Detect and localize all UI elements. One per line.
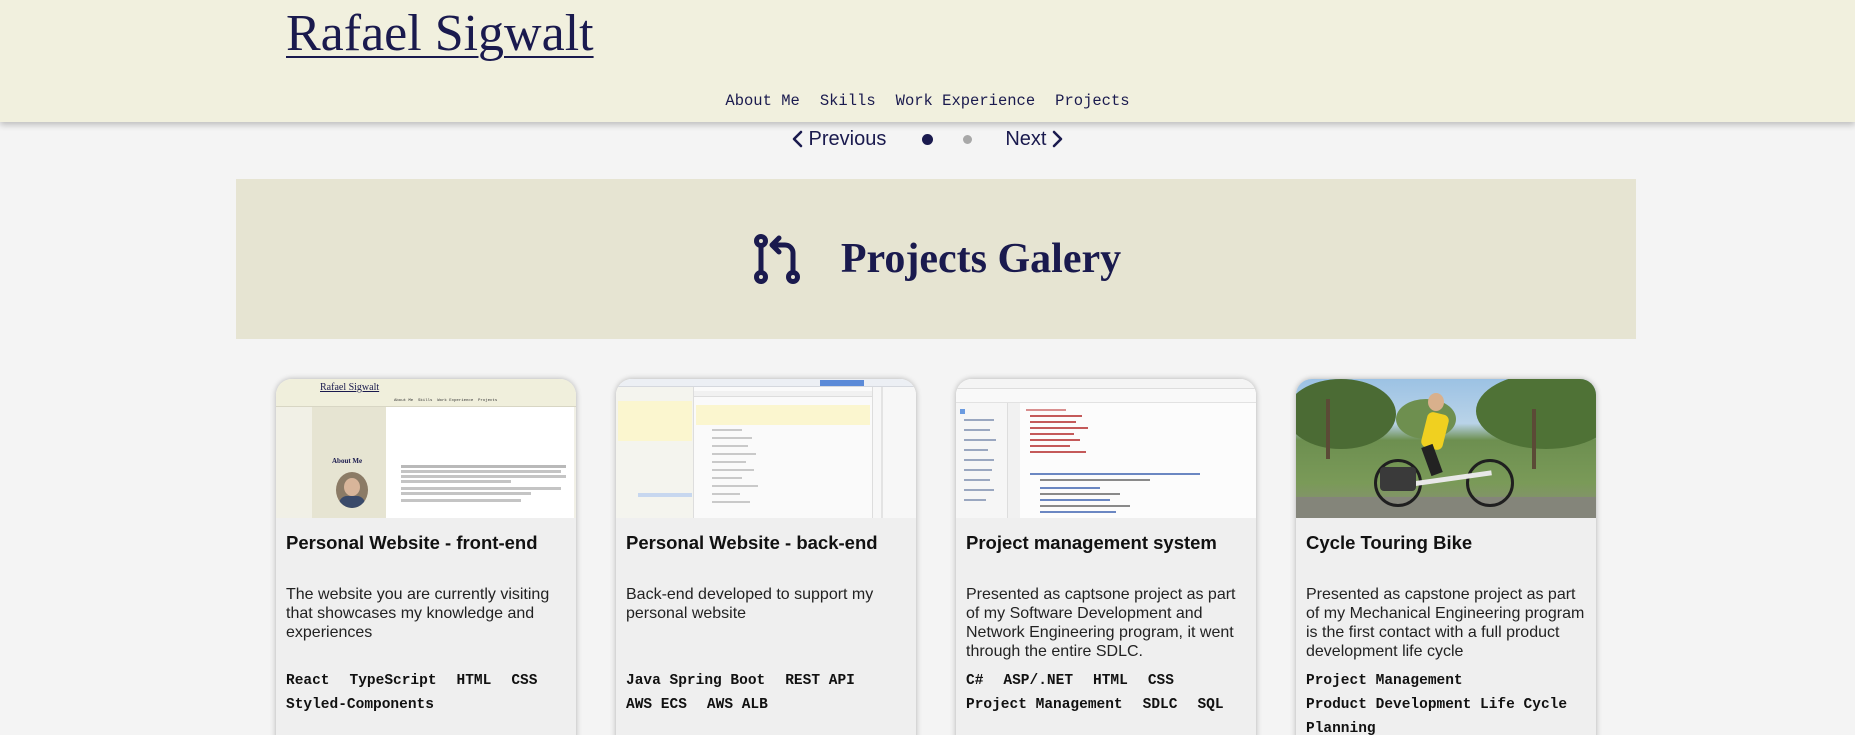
tag: Java Spring Boot bbox=[626, 673, 766, 689]
projects-banner: Projects Galery bbox=[236, 179, 1636, 339]
carousel-dot-2[interactable] bbox=[963, 134, 973, 144]
card-tags: C# ASP/.NET HTML CSS Project Management … bbox=[966, 669, 1256, 717]
project-thumbnail bbox=[616, 379, 916, 518]
card-tags: Project Management Product Development L… bbox=[1306, 669, 1596, 735]
carousel-controls: Previous Next bbox=[0, 126, 1855, 152]
tag: REST API bbox=[785, 673, 855, 689]
project-card-cycle-touring-bike[interactable]: Cycle Touring Bike Presented as capstone… bbox=[1296, 379, 1596, 735]
card-description: Presented as captsone project as part of… bbox=[966, 586, 1236, 660]
tag: React bbox=[286, 673, 330, 689]
card-description: Back-end developed to support my persona… bbox=[626, 586, 874, 622]
project-thumbnail: Rafael Sigwalt About Me Skills Work Expe… bbox=[276, 379, 576, 518]
tag: CSS bbox=[1147, 673, 1174, 689]
site-header: Rafael Sigwalt About Me Skills Work Expe… bbox=[0, 0, 1855, 122]
next-button[interactable]: Next bbox=[1005, 128, 1064, 151]
next-label: Next bbox=[1005, 127, 1047, 150]
main-nav: About Me Skills Work Experience Projects bbox=[0, 92, 1855, 110]
tag: C# bbox=[966, 673, 984, 689]
tag: ASP/.NET bbox=[1003, 673, 1074, 689]
card-description: The website you are currently visiting t… bbox=[286, 586, 550, 641]
nav-projects[interactable]: Projects bbox=[1055, 92, 1129, 110]
project-thumbnail bbox=[1296, 379, 1596, 518]
card-title: Project management system bbox=[966, 532, 1217, 553]
tag: AWS ALB bbox=[706, 697, 768, 713]
tag: SQL bbox=[1197, 697, 1224, 713]
nav-skills[interactable]: Skills bbox=[820, 92, 876, 110]
nav-about-me[interactable]: About Me bbox=[725, 92, 799, 110]
card-title: Personal Website - back-end bbox=[626, 532, 878, 553]
tag: Product Development Life Cycle bbox=[1306, 697, 1568, 713]
tag: Styled-Components bbox=[286, 697, 434, 713]
carousel-dot-1[interactable] bbox=[922, 133, 934, 145]
project-card-project-management-system[interactable]: Project management system Presented as c… bbox=[956, 379, 1256, 735]
git-pull-request-icon bbox=[753, 234, 800, 284]
tag: TypeScript bbox=[349, 673, 437, 689]
tag: Project Management bbox=[966, 697, 1123, 713]
tag: SDLC bbox=[1142, 697, 1178, 713]
card-tags: Java Spring Boot REST API AWS ECS AWS AL… bbox=[626, 669, 916, 717]
site-logo-link[interactable]: Rafael Sigwalt bbox=[286, 4, 594, 63]
tag: Project Management bbox=[1306, 673, 1463, 689]
previous-label: Previous bbox=[808, 127, 887, 150]
project-card-personal-website-back-end[interactable]: Personal Website - back-end Back-end dev… bbox=[616, 379, 916, 735]
tag: Planning bbox=[1306, 721, 1376, 735]
card-tags: React TypeScript HTML CSS Styled-Compone… bbox=[286, 669, 576, 717]
tag: HTML bbox=[1093, 673, 1128, 689]
project-thumbnail bbox=[956, 379, 1256, 518]
previous-button[interactable]: Previous bbox=[791, 127, 887, 151]
page-title: Projects Galery bbox=[840, 236, 1122, 282]
project-card-personal-website-front-end[interactable]: Rafael Sigwalt About Me Skills Work Expe… bbox=[276, 379, 576, 735]
card-description: Presented as capstone project as part of… bbox=[1306, 586, 1585, 660]
chevron-left-icon bbox=[792, 130, 802, 148]
tag: HTML bbox=[456, 673, 492, 689]
chevron-right-icon bbox=[1053, 130, 1063, 148]
tag: AWS ECS bbox=[626, 697, 687, 713]
card-title: Cycle Touring Bike bbox=[1306, 532, 1473, 553]
card-title: Personal Website - front-end bbox=[286, 532, 538, 553]
tag: CSS bbox=[511, 673, 538, 689]
nav-work-experience[interactable]: Work Experience bbox=[896, 92, 1036, 110]
